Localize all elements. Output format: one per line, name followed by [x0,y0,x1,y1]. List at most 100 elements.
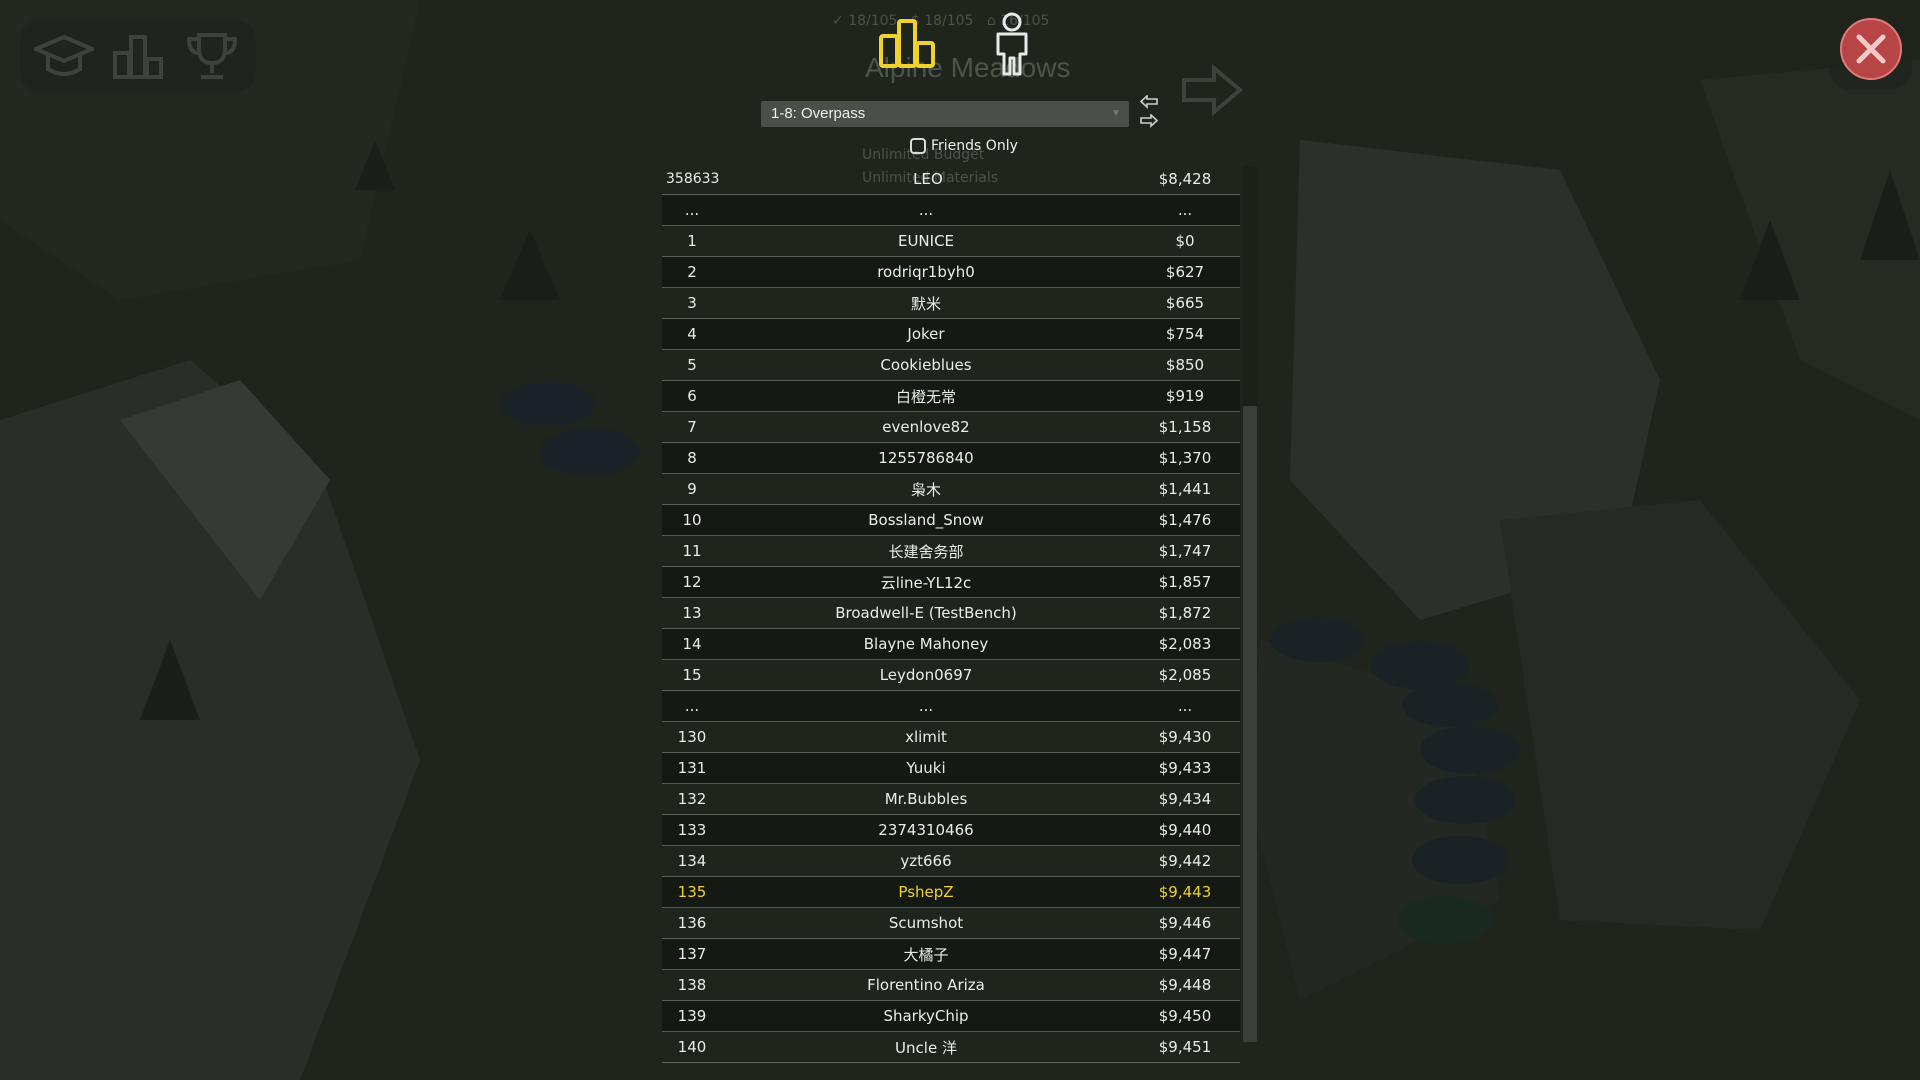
next-level-arrow-icon [1180,62,1244,122]
name-cell: 云line-YL12c [880,573,972,592]
podium-icon [113,35,163,79]
next-level-button[interactable] [1139,113,1159,130]
scrollbar-thumb[interactable] [1243,406,1257,1042]
campaign-button[interactable] [34,26,94,86]
trophy-icon [186,33,238,79]
rank-cell: 134 [677,852,707,870]
name-cell: Cookieblues [880,356,972,374]
score-cell: $9,450 [1158,1007,1212,1025]
name-cell: Scumshot [888,914,964,932]
name-cell: PshepZ [898,883,954,901]
name-cell: Bossland_Snow [868,511,984,529]
name-cell: 枭木 [910,480,941,499]
leaderboard-row: 133 2374310466 $9,440 [662,815,1240,846]
leaderboard-row: 138 Florentino Ariza $9,448 [662,970,1240,1001]
name-cell: evenlove82 [882,418,970,436]
name-cell: EUNICE [897,232,955,250]
rank-cell: 137 [677,945,707,963]
close-button[interactable] [1840,18,1902,80]
tab-global-leaderboard[interactable] [878,18,936,74]
name-cell: Florentino Ariza [867,976,985,994]
score-cell: $1,476 [1158,511,1212,529]
previous-level-button[interactable] [1139,94,1159,111]
leaderboard-row: 9 枭木 $1,441 [662,474,1240,505]
tab-friends-leaderboard[interactable] [992,12,1032,80]
leaderboard-row: 7 evenlove82 $1,158 [662,412,1240,443]
score-cell: $9,447 [1158,945,1212,963]
name-cell: ... [918,201,934,219]
name-cell: 白橙无常 [895,387,956,406]
rank-cell: ... [684,697,700,715]
leaderboard-row-current-player: 135 PshepZ $9,443 [662,877,1240,908]
arrow-left-icon [1139,94,1158,109]
rank-cell: 12 [682,573,702,591]
score-cell: $9,442 [1158,852,1212,870]
rank-cell: 1 [687,232,697,250]
leaderboard-row: 6 白橙无常 $919 [662,381,1240,412]
score-cell: $2,085 [1158,666,1212,684]
name-cell: Mr.Bubbles [884,790,968,808]
name-cell: Broadwell-E (TestBench) [835,604,1017,622]
leaderboard-table: 358633 LEO $8,428 ......... 1 EUNICE $0 2 rod… [662,164,1240,1063]
leaderboards-button[interactable] [108,26,168,86]
name-cell: 默米 [910,294,941,313]
leaderboard-row: 130 xlimit $9,430 [662,722,1240,753]
rank-cell: 132 [677,790,707,808]
graduation-cap-icon [34,34,94,76]
name-cell: Joker [907,325,945,343]
person-icon [996,12,1028,76]
close-icon [1856,34,1886,64]
leaderboard-scrollbar[interactable] [1243,166,1257,1042]
rank-cell: 5 [687,356,697,374]
score-cell: $1,747 [1158,542,1212,560]
rank-cell: 130 [677,728,707,746]
leaderboard-row: 15 Leydon0697 $2,085 [662,660,1240,691]
leaderboard-row: 13 Broadwell-E (TestBench) $1,872 [662,598,1240,629]
name-cell: Leydon0697 [879,666,973,684]
level-select-dropdown[interactable]: 1-8: Overpass ▼ [761,101,1129,127]
score-cell: $665 [1165,294,1205,312]
score-cell: $919 [1165,387,1205,405]
score-cell: $1,441 [1158,480,1212,498]
rank-cell: 7 [687,418,697,436]
leaderboard-row: 3 默米 $665 [662,288,1240,319]
friends-only-checkbox[interactable] [910,138,926,154]
score-cell: $1,857 [1158,573,1212,591]
name-cell: Blayne Mahoney [863,635,989,653]
close-button-frame [1830,8,1912,90]
leaderboard-rows: ......... 1 EUNICE $0 2 rodriqr1byh0 $627 3 默米 $6… [662,195,1240,1063]
rank-cell: 3 [687,294,697,312]
rank-cell: 135 [677,883,707,901]
rank-cell: 9 [687,480,697,498]
rank-cell: 11 [682,542,702,560]
rank-cell: 4 [687,325,697,343]
player-rank: 358633 [666,171,720,187]
rank-cell: 6 [687,387,697,405]
friends-only-label: Friends Only [931,138,1018,154]
leaderboard-row: 136 Scumshot $9,446 [662,908,1240,939]
leaderboard-row: 14 Blayne Mahoney $2,083 [662,629,1240,660]
friends-only-toggle[interactable]: Friends Only [910,138,1018,154]
achievements-button[interactable] [182,26,242,86]
rank-cell: 133 [677,821,707,839]
rank-cell: 2 [687,263,697,281]
score-cell: $627 [1165,263,1205,281]
player-entry-row: 358633 LEO $8,428 [662,164,1240,195]
leaderboard-row: ......... [662,195,1240,226]
leaderboard-row: 137 大橘子 $9,447 [662,939,1240,970]
score-cell: $9,430 [1158,728,1212,746]
chevron-down-icon: ▼ [1111,108,1121,119]
score-cell: $9,448 [1158,976,1212,994]
checkmark-icon: ✓ [832,13,844,29]
arrow-right-icon [1140,113,1159,128]
rank-cell: 138 [677,976,707,994]
score-cell: $1,158 [1158,418,1212,436]
name-cell: SharkyChip [883,1007,969,1025]
score-cell: $2,083 [1158,635,1212,653]
leaderboard-row: 10 Bossland_Snow $1,476 [662,505,1240,536]
name-cell: xlimit [905,728,947,746]
rank-cell: 8 [687,449,697,467]
leaderboard-row: 8 1255786840 $1,370 [662,443,1240,474]
leaderboard-row: 11 长建舍务部 $1,747 [662,536,1240,567]
score-cell: $9,446 [1158,914,1212,932]
